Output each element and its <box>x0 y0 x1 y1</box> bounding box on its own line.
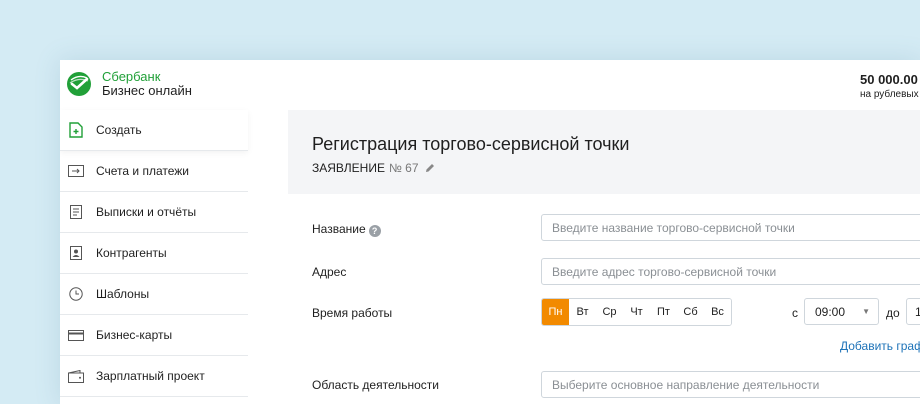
sidebar-item-create[interactable]: Создать <box>60 110 248 151</box>
from-time-select[interactable]: 09:00 ▼ <box>804 298 879 325</box>
day-tuesday[interactable]: Вт <box>569 299 596 325</box>
balance-caption: на рублевых <box>860 89 919 100</box>
name-input[interactable]: Введите название торгово-сервисной точки <box>541 214 920 241</box>
weekday-selector: Пн Вт Ср Чт Пт Сб Вс <box>541 298 732 326</box>
to-label: до <box>886 306 900 320</box>
sidebar-item-accounts[interactable]: Счета и платежи <box>60 151 248 192</box>
app-window: Сбербанк Бизнес онлайн 50 000.00 на рубл… <box>60 60 920 404</box>
hours-label: Время работы <box>312 306 393 320</box>
application-number: ЗАЯВЛЕНИЕ № 67 <box>312 161 920 175</box>
sidebar-item-label: Бизнес-карты <box>96 328 173 342</box>
sidebar-item-contractors[interactable]: Контрагенты <box>60 233 248 274</box>
chevron-down-icon: ▼ <box>862 307 870 316</box>
activity-select[interactable]: Выберите основное направление деятельнос… <box>541 371 920 398</box>
name-row: Название? <box>312 222 381 237</box>
sberbank-logo-icon <box>67 72 91 96</box>
activity-label: Область деятельности <box>312 378 439 392</box>
arrow-right-icon <box>68 163 84 179</box>
wallet-icon <box>68 368 84 384</box>
from-time-value: 09:00 <box>815 305 846 319</box>
help-icon[interactable]: ? <box>368 225 381 237</box>
to-time-select[interactable]: 1 <box>906 298 920 325</box>
main-content: Регистрация торгово-сервисной точки ЗАЯВ… <box>288 110 920 404</box>
day-wednesday[interactable]: Ср <box>596 299 623 325</box>
sidebar: Создать Счета и платежи Выписки и отчёты… <box>60 110 248 397</box>
sidebar-item-label: Выписки и отчёты <box>96 205 197 219</box>
to-time-value: 1 <box>915 305 920 319</box>
contact-icon <box>68 245 84 261</box>
sidebar-item-label: Счета и платежи <box>96 164 190 178</box>
sidebar-item-label: Контрагенты <box>96 246 167 260</box>
sidebar-item-label: Создать <box>96 123 142 137</box>
clock-icon <box>68 286 84 302</box>
sidebar-item-business-cards[interactable]: Бизнес-карты <box>60 315 248 356</box>
from-label: с <box>792 306 798 320</box>
sidebar-item-label: Шаблоны <box>96 287 150 301</box>
address-label: Адрес <box>312 265 347 279</box>
address-input[interactable]: Введите адрес торгово-сервисной точки <box>541 258 920 285</box>
card-icon <box>68 327 84 343</box>
page-header: Регистрация торгово-сервисной точки ЗАЯВ… <box>288 110 920 194</box>
logo-brand-text: Сбербанк <box>102 69 161 84</box>
sidebar-item-reports[interactable]: Выписки и отчёты <box>60 192 248 233</box>
subtitle-label: ЗАЯВЛЕНИЕ <box>312 161 385 175</box>
report-icon <box>68 204 84 220</box>
page-title: Регистрация торгово-сервисной точки <box>312 134 630 154</box>
sberbank-logo[interactable]: Сбербанк Бизнес онлайн <box>66 70 192 98</box>
create-document-icon <box>68 122 84 138</box>
day-monday[interactable]: Пн <box>542 299 569 325</box>
name-label: Название <box>312 222 366 236</box>
sidebar-item-templates[interactable]: Шаблоны <box>60 274 248 315</box>
balance-amount: 50 000.00 <box>860 72 918 87</box>
balance-widget[interactable]: 50 000.00 на рублевых <box>860 72 919 100</box>
sidebar-item-salary[interactable]: Зарплатный проект <box>60 356 248 397</box>
day-saturday[interactable]: Сб <box>677 299 704 325</box>
add-schedule-link[interactable]: Добавить граф <box>840 339 920 353</box>
edit-pencil-icon[interactable] <box>425 163 435 173</box>
sidebar-item-label: Зарплатный проект <box>96 369 205 383</box>
day-friday[interactable]: Пт <box>650 299 677 325</box>
day-sunday[interactable]: Вс <box>704 299 731 325</box>
day-thursday[interactable]: Чт <box>623 299 650 325</box>
subtitle-number: № 67 <box>388 161 419 175</box>
logo-product-text: Бизнес онлайн <box>102 83 192 98</box>
